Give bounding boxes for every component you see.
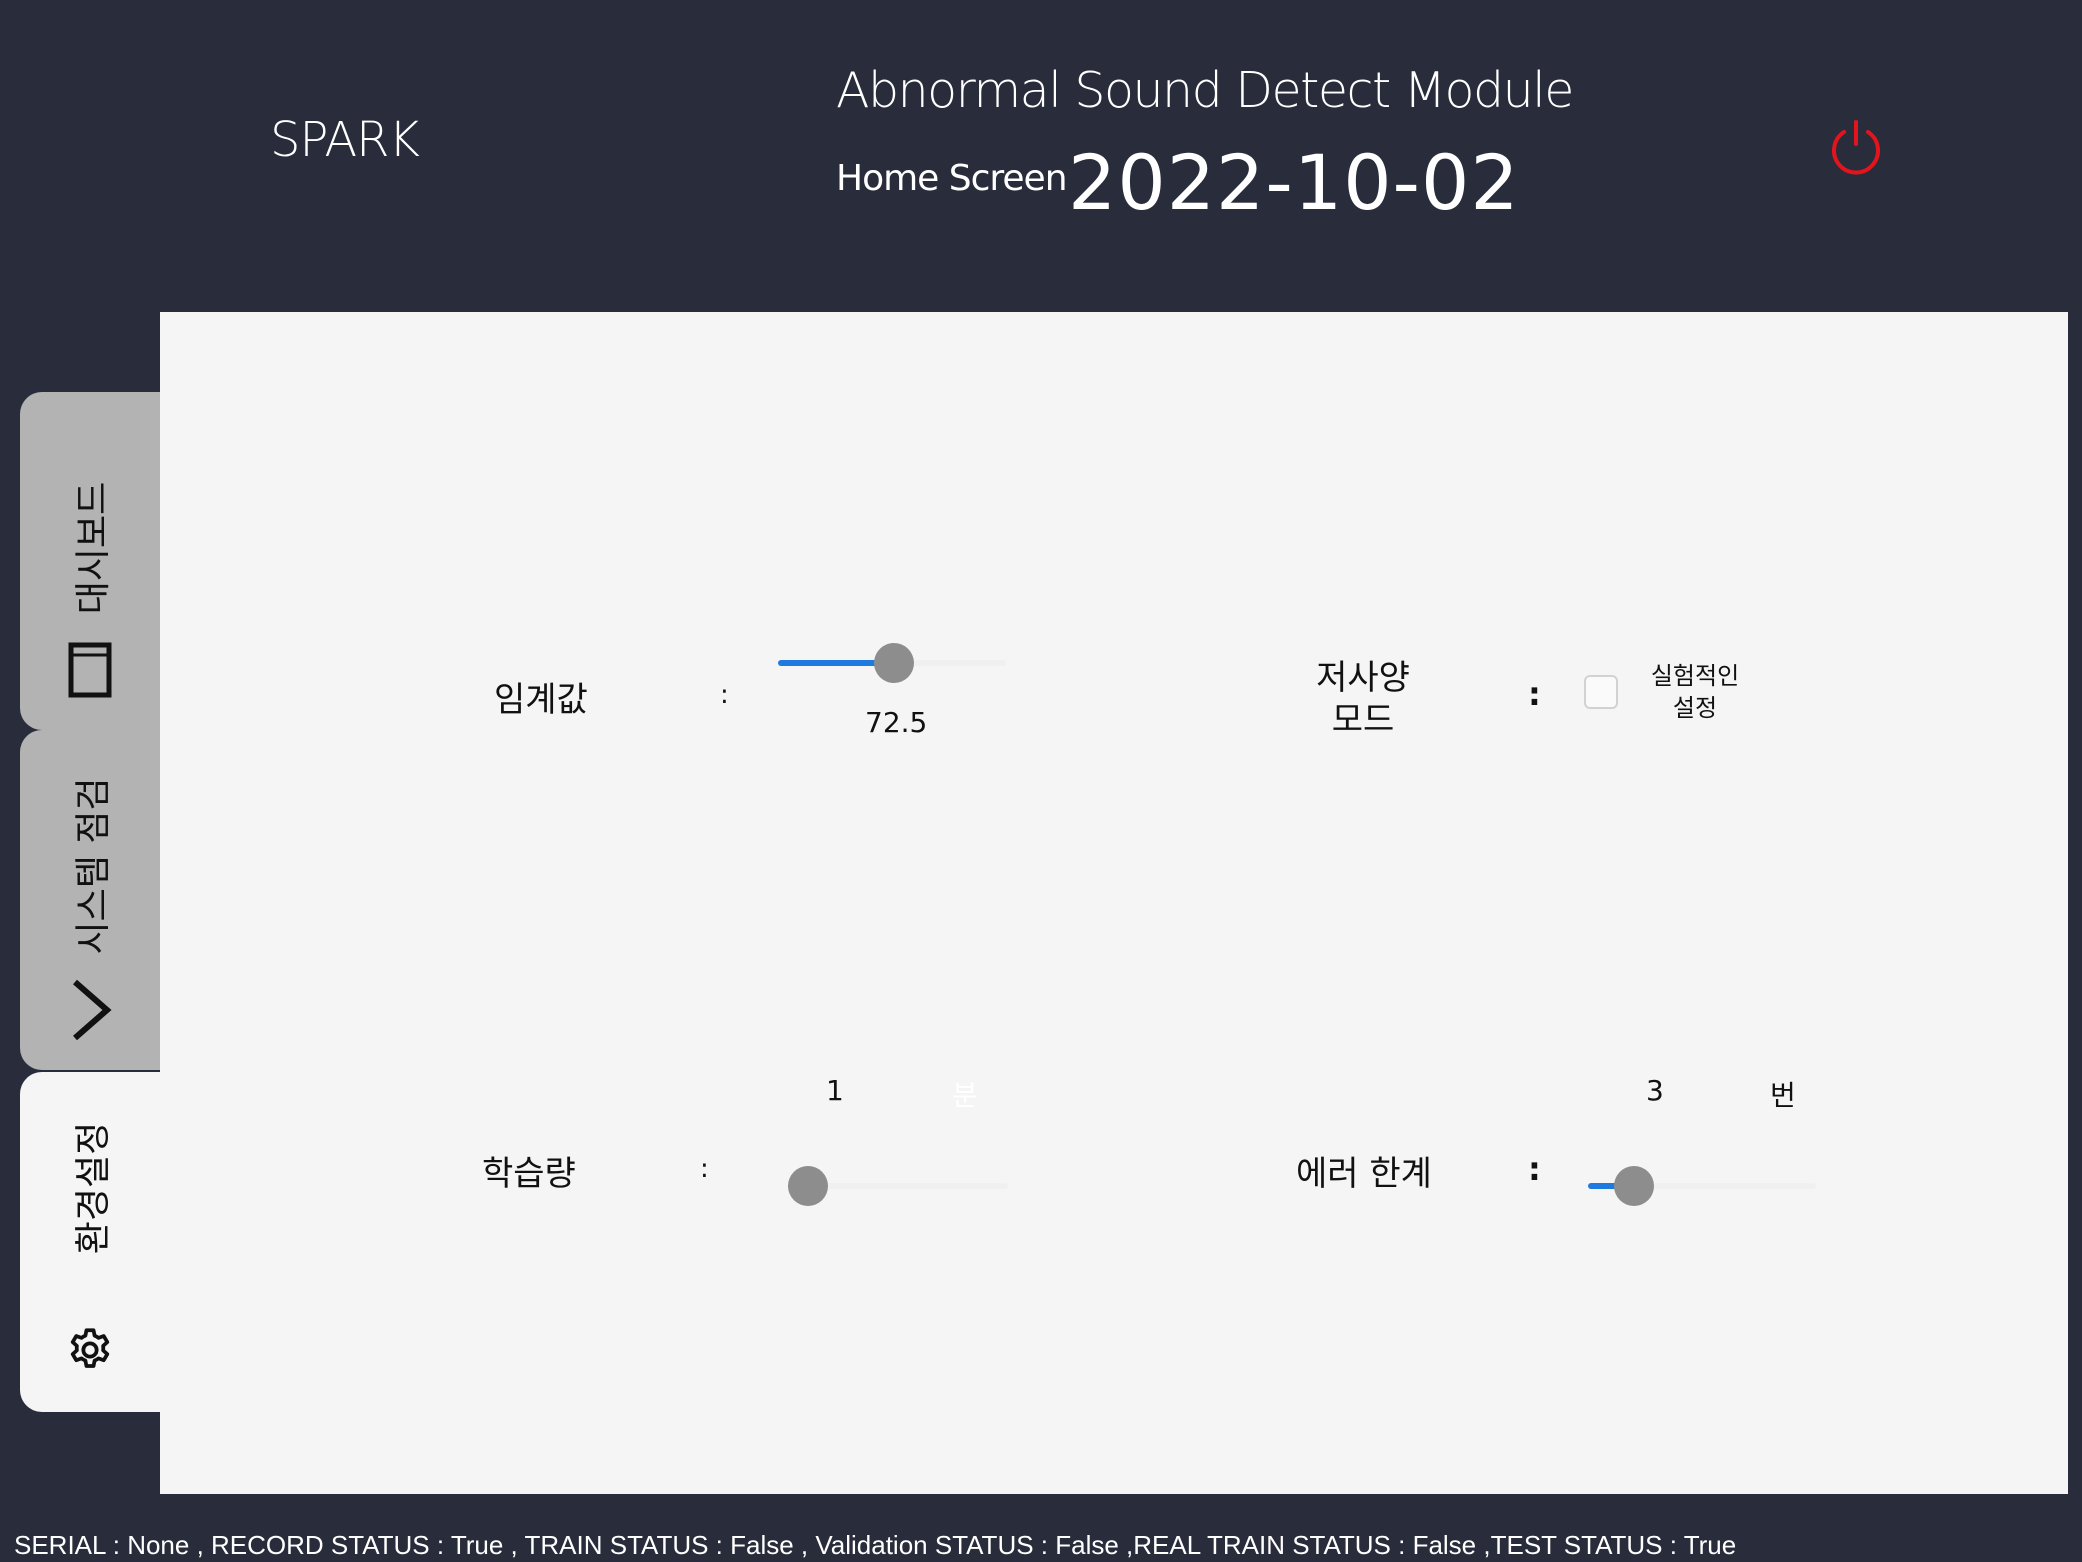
error-limit-slider[interactable] <box>1588 1165 1816 1206</box>
threshold-label: 임계값 <box>494 680 588 720</box>
slider-thumb[interactable] <box>874 643 914 683</box>
tab-dashboard-label: 대시보드 <box>73 481 114 615</box>
slider-thumb[interactable] <box>1614 1166 1654 1206</box>
experimental-label-line1: 실험적인 <box>1650 662 1740 690</box>
error-limit-colon: : <box>1528 1150 1541 1188</box>
screen-name: Home Screen <box>836 158 1068 199</box>
training-slider[interactable] <box>788 1165 1008 1206</box>
brand-logo: SPARK <box>270 112 420 168</box>
training-colon: : <box>700 1154 709 1184</box>
error-limit-unit: 번 <box>1770 1079 1796 1112</box>
tab-settings[interactable]: 환경설정 <box>20 1072 160 1412</box>
tab-settings-label: 환경설정 <box>73 1121 114 1255</box>
training-unit: 분 <box>952 1079 978 1112</box>
slider-thumb[interactable] <box>788 1166 828 1206</box>
gear-icon <box>70 1328 110 1368</box>
low-spec-colon: : <box>1528 675 1541 713</box>
dashboard-window-icon <box>68 642 112 698</box>
tab-dashboard[interactable]: 대시보드 <box>20 392 160 730</box>
status-bar: SERIAL : None , RECORD STATUS : True , T… <box>14 1530 1737 1560</box>
app-title: Abnormal Sound Detect Module <box>836 62 1574 119</box>
tab-system-check[interactable]: 시스템 점검 <box>20 730 160 1070</box>
threshold-value: 72.5 <box>865 706 928 739</box>
experimental-label-line2: 설정 <box>1672 694 1718 722</box>
training-label: 학습량 <box>482 1154 576 1194</box>
error-limit-label: 에러 한계 <box>1296 1154 1432 1194</box>
current-date: 2022-10-02 <box>1068 138 1520 227</box>
error-limit-value: 3 <box>1646 1074 1664 1107</box>
chevron-right-icon <box>73 979 112 1041</box>
tab-system-check-label: 시스템 점검 <box>73 777 114 955</box>
power-icon <box>1832 120 1880 175</box>
settings-panel <box>160 312 2068 1494</box>
threshold-colon: : <box>720 680 729 710</box>
power-button[interactable] <box>1826 116 1886 176</box>
threshold-slider[interactable] <box>778 642 1006 683</box>
experimental-checkbox[interactable] <box>1584 675 1618 709</box>
experimental-label[interactable]: 실험적인 설정 <box>1640 660 1750 724</box>
training-value: 1 <box>826 1074 844 1107</box>
low-spec-label-line2: 모드 <box>1331 700 1395 740</box>
